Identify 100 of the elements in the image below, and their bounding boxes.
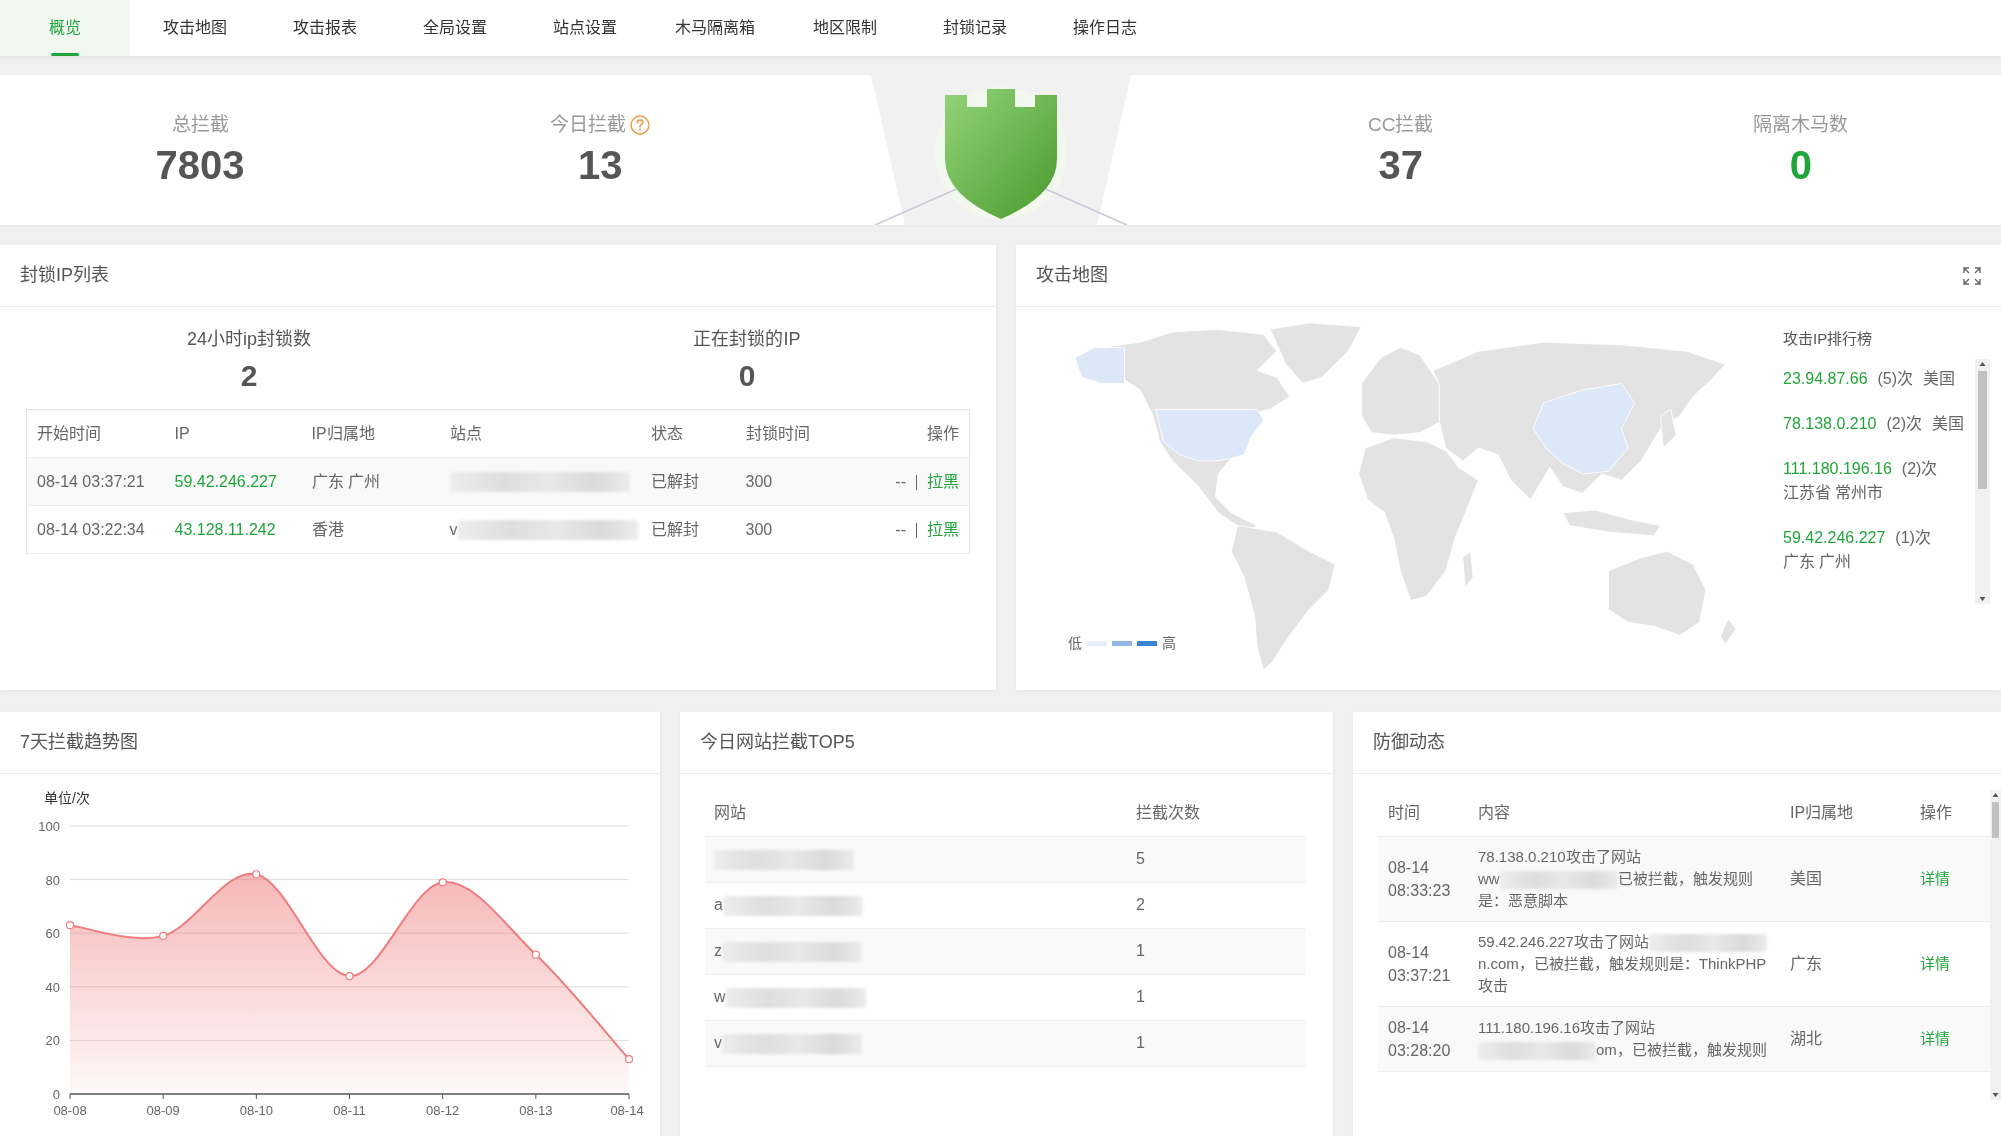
table-cell: v	[439, 505, 641, 554]
panel-title: 防御动态	[1373, 731, 1445, 754]
column-header: IP归属地	[301, 409, 440, 458]
data-point	[159, 931, 168, 940]
axis-label: 100	[38, 819, 60, 834]
panel-title: 攻击地图	[1036, 264, 1108, 287]
summary-label: 正在封锁的IP	[693, 328, 801, 351]
table-cell: 43.128.11.242	[164, 505, 302, 554]
ranking-count: (2)次	[1886, 414, 1922, 434]
column-header: 内容	[1468, 790, 1780, 836]
fullscreen-icon[interactable]	[1963, 266, 1981, 285]
legend-label: 低	[1068, 634, 1082, 653]
axis-label: 08-12	[426, 1103, 460, 1118]
table-cell: 广东 广州	[301, 457, 440, 506]
nav-tab[interactable]: 木马隔离箱	[650, 0, 780, 56]
column-header: IP	[164, 409, 302, 458]
column-header: 封锁时间	[735, 409, 846, 458]
stat-value: 7803	[155, 142, 245, 189]
table-cell: 已解封	[640, 505, 736, 554]
nav-tab[interactable]: 站点设置	[520, 0, 650, 56]
ranking-location: 江苏省 常州市	[1783, 483, 1884, 503]
empty-action-text: --	[895, 520, 906, 538]
scrollbar[interactable]	[1990, 790, 2001, 1100]
scroll-up-icon[interactable]	[1990, 790, 2001, 800]
column-header: 开始时间	[26, 409, 165, 458]
nav-tab[interactable]: 操作日志	[1040, 0, 1170, 56]
column-header: 状态	[640, 409, 736, 458]
panel-title: 7天拦截趋势图	[20, 731, 138, 754]
axis-label: 20	[45, 1033, 60, 1049]
stat-label: 隔离木马数	[1753, 113, 1849, 137]
table-cell: 1	[1127, 1020, 1306, 1066]
panel-title: 封锁IP列表	[20, 264, 109, 287]
table-cell: v	[705, 1020, 1127, 1066]
ranking-title: 攻击IP排行榜	[1783, 329, 1874, 349]
table-cell: 已解封	[640, 457, 736, 506]
table-cell: 2	[1127, 882, 1306, 928]
table-cell: 香港	[301, 505, 440, 554]
ranking-location: 美国	[1923, 369, 1956, 389]
shield-icon	[870, 75, 1131, 225]
axis-label: 0	[52, 1087, 60, 1102]
table-cell: 1	[1127, 974, 1306, 1020]
ranking-count: (5)次	[1877, 369, 1914, 389]
ranking-location: 美国	[1932, 414, 1964, 434]
table-cell: 300	[735, 505, 846, 554]
data-point	[252, 870, 261, 879]
summary-value: 0	[738, 358, 756, 394]
scrollbar-thumb[interactable]	[1978, 371, 1987, 489]
nav-tab[interactable]: 全局设置	[390, 0, 520, 56]
ranking-ip: 23.94.87.66	[1783, 369, 1868, 389]
ranking-ip: 111.180.196.16	[1783, 459, 1892, 479]
stat-label: 今日拦截	[550, 113, 627, 137]
axis-label: 40	[45, 979, 60, 995]
nav-tab[interactable]: 攻击报表	[260, 0, 390, 56]
table-cell: 美国	[1780, 836, 1910, 921]
ranking-count: (2)次	[1901, 459, 1938, 479]
nav-tab[interactable]: 封锁记录	[910, 0, 1040, 56]
data-point	[624, 1055, 634, 1064]
column-header: 操作	[845, 409, 970, 458]
scrollbar-thumb[interactable]	[1992, 802, 1999, 838]
axis-label: 08-08	[53, 1103, 87, 1118]
stat-label: CC拦截	[1368, 113, 1434, 137]
data-point	[531, 950, 540, 959]
axis-label: 08-11	[333, 1103, 366, 1118]
column-header: 拦截次数	[1127, 790, 1306, 836]
legend-label: 高	[1162, 634, 1176, 653]
table-cell: 08-14 08:33:23	[1378, 836, 1468, 921]
data-point	[345, 972, 354, 981]
event-description: 59.42.246.227攻击了网站 n.com，已被拦截，触发规则是：ThinkPHP攻击	[1468, 921, 1780, 1006]
axis-label: 08-14	[610, 1103, 644, 1118]
panel-title: 今日网站拦截TOP5	[700, 731, 855, 754]
table-cell: 5	[1127, 836, 1306, 882]
table-cell: 08-14 03:28:20	[1378, 1006, 1468, 1071]
data-point	[65, 921, 75, 930]
column-header: IP归属地	[1780, 790, 1910, 836]
column-header: 时间	[1378, 790, 1468, 836]
axis-label: 08-13	[519, 1103, 553, 1118]
summary-label: 24小时ip封锁数	[187, 328, 311, 351]
stat-value: 37	[1378, 142, 1423, 189]
table-cell: 湖北	[1780, 1006, 1910, 1071]
scroll-down-icon[interactable]	[1990, 1090, 2001, 1100]
table-cell: 08-14 03:22:34	[26, 505, 165, 554]
ranking-count: (1)次	[1895, 528, 1931, 548]
nav-tab[interactable]: 攻击地图	[130, 0, 260, 56]
axis-label: 08-10	[239, 1103, 273, 1118]
nav-tab[interactable]: 地区限制	[780, 0, 910, 56]
stat-value: 0	[1789, 142, 1813, 189]
table-cell: w	[705, 974, 1127, 1020]
column-header: 站点	[439, 409, 641, 458]
scrollbar[interactable]	[1975, 359, 1990, 604]
ranking-ip: 78.138.0.210	[1783, 414, 1877, 434]
table-cell: 1	[1127, 928, 1306, 974]
stat-value: 13	[578, 142, 623, 189]
table-cell: a	[705, 882, 1127, 928]
axis-label: 08-09	[146, 1103, 180, 1118]
event-description: 111.180.196.16攻击了网站 om，已被拦截，触发规则	[1468, 1006, 1780, 1071]
event-description: 78.138.0.210攻击了网站 ww 已被拦截，触发规则是：恶意脚本	[1468, 836, 1780, 921]
stat-label: 总拦截	[171, 113, 229, 137]
table-cell: 300	[735, 457, 846, 506]
table-cell: 08-14 03:37:21	[1378, 921, 1468, 1006]
data-point	[438, 878, 447, 887]
